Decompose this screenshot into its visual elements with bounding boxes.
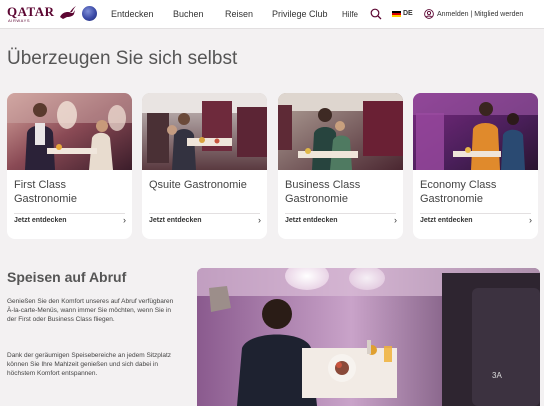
- login-link[interactable]: Anmelden | Mitglied werden: [424, 9, 523, 19]
- chevron-right-icon[interactable]: ›: [123, 215, 126, 225]
- section-title: Speisen auf Abruf: [7, 269, 127, 285]
- business-class-image: [278, 93, 403, 170]
- card-title: First Class Gastronomie: [14, 179, 77, 205]
- page-title: Überzeugen Sie sich selbst: [7, 48, 238, 69]
- card-title: Business Class Gastronomie: [285, 179, 361, 205]
- economy-class-image: [413, 93, 538, 170]
- site-header: QATAR AIRWAYS Entdecken Buchen Reisen Pr…: [0, 0, 544, 29]
- section-paragraph: Dank der geräumigen Speisebereiche an je…: [7, 352, 172, 377]
- card-divider: [149, 213, 260, 214]
- card-business-class[interactable]: Business Class Gastronomie Jetzt entdeck…: [278, 93, 403, 239]
- nav-buchen[interactable]: Buchen: [173, 9, 204, 19]
- user-icon: [424, 9, 434, 19]
- chevron-right-icon[interactable]: ›: [258, 215, 261, 225]
- card-title: Qsuite Gastronomie: [149, 179, 247, 191]
- chevron-right-icon[interactable]: ›: [529, 215, 532, 225]
- section-paragraph: Genießen Sie den Komfort unseres auf Abr…: [7, 298, 174, 323]
- oneworld-icon[interactable]: [82, 6, 97, 21]
- language-label: DE: [403, 10, 413, 17]
- card-divider: [285, 213, 396, 214]
- card-economy-class[interactable]: Economy Class Gastronomie Jetzt entdecke…: [413, 93, 538, 239]
- card-divider: [14, 213, 125, 214]
- svg-text:3A: 3A: [492, 371, 502, 380]
- card-divider: [420, 213, 531, 214]
- oryx-icon: [60, 6, 76, 19]
- language-selector[interactable]: DE: [392, 10, 413, 17]
- card-title: Economy Class Gastronomie: [420, 179, 497, 205]
- search-icon[interactable]: [370, 8, 382, 20]
- login-label: Anmelden | Mitglied werden: [437, 10, 524, 18]
- nav-privilege-club[interactable]: Privilege Club: [272, 9, 328, 19]
- first-class-image: [7, 93, 132, 170]
- qatar-airways-logo[interactable]: QATAR AIRWAYS: [7, 4, 76, 26]
- card-first-class[interactable]: First Class Gastronomie Jetzt entdecken …: [7, 93, 132, 239]
- qsuite-image: [142, 93, 267, 170]
- help-link[interactable]: Hilfe: [342, 10, 358, 19]
- card-qsuite[interactable]: Qsuite Gastronomie Jetzt entdecken ›: [142, 93, 267, 239]
- card-link[interactable]: Jetzt entdecken: [285, 217, 338, 224]
- chevron-right-icon[interactable]: ›: [394, 215, 397, 225]
- nav-reisen[interactable]: Reisen: [225, 9, 253, 19]
- card-link[interactable]: Jetzt entdecken: [14, 217, 67, 224]
- card-link[interactable]: Jetzt entdecken: [420, 217, 473, 224]
- flag-de-icon: [392, 10, 401, 17]
- logo-subtext: AIRWAYS: [8, 18, 31, 23]
- on-demand-dining-image: 3A: [197, 268, 540, 406]
- nav-entdecken[interactable]: Entdecken: [111, 9, 154, 19]
- card-link[interactable]: Jetzt entdecken: [149, 217, 202, 224]
